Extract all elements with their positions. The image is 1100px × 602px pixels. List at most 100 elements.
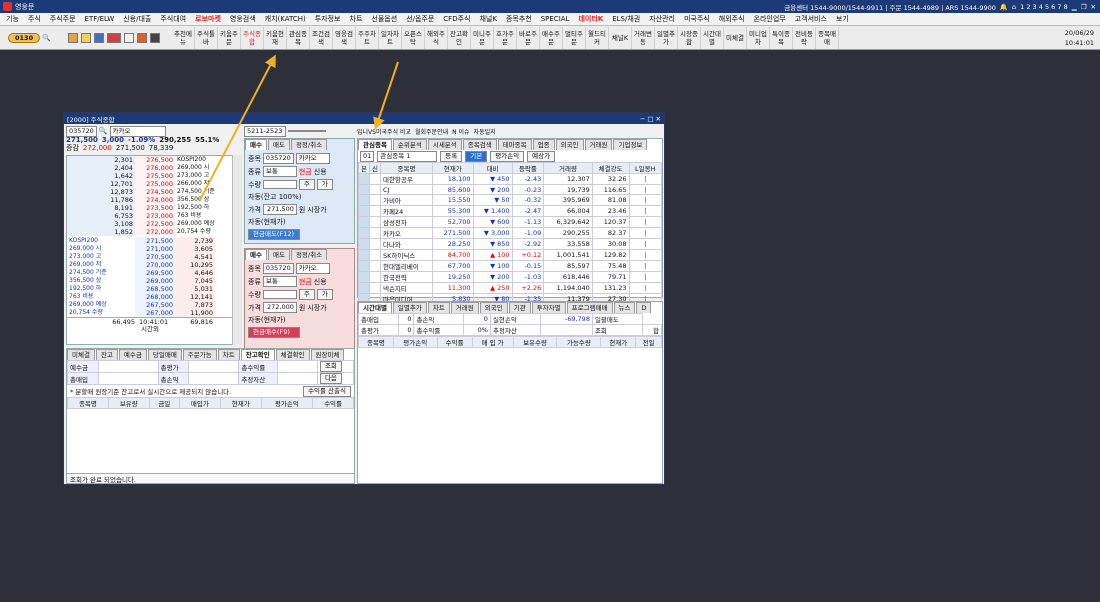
auto-balance-checkbox[interactable]: 자동(잔고 100%) — [248, 192, 351, 202]
account-tab[interactable]: 미체결 — [67, 349, 95, 360]
holdings-right-column-header[interactable]: 가능수량 — [556, 336, 602, 348]
watchlist-tab[interactable]: 외국인 — [555, 139, 584, 150]
stock-name[interactable]: 삼성전자 — [379, 216, 433, 228]
lock-icon[interactable] — [81, 32, 91, 43]
qty-input[interactable] — [262, 180, 297, 189]
order-code-input[interactable]: 035720 — [262, 263, 294, 274]
group-number[interactable]: 01 — [360, 150, 375, 162]
stock-name[interactable]: 넥슨지티 — [379, 282, 433, 294]
order-tab[interactable]: 매수 — [245, 139, 267, 150]
page-numbers[interactable]: 1 2 3 4 5 6 7 8 — [1020, 3, 1068, 11]
account-tab[interactable]: 원장미체 — [310, 349, 345, 360]
holdings-right-column-header[interactable]: 종목명 — [358, 336, 394, 348]
holdings-right-tab[interactable]: 투자자별 — [531, 302, 566, 313]
unit-button[interactable]: 주 — [298, 289, 315, 300]
order-name[interactable]: 카카오 — [295, 263, 330, 274]
minimize-icon[interactable]: ▁ — [1072, 3, 1077, 11]
ask-price[interactable]: 275,000 — [135, 180, 175, 188]
holdings-column-header[interactable]: 평가손익 — [260, 397, 314, 409]
orderbook-bid-row[interactable]: 269,000 예상 267,500 7,873 — [67, 301, 241, 309]
toolbar-button[interactable]: 멀티주문 — [563, 26, 586, 49]
auto-price-checkbox[interactable]: 자동(현재가) — [248, 315, 351, 325]
holdings-right-tab[interactable]: 프로그램매매 — [566, 302, 613, 313]
menu-item[interactable]: 해외주식 — [719, 14, 745, 24]
account-tab[interactable]: 당일매매 — [147, 349, 182, 360]
cash-radio[interactable]: 현금 — [299, 277, 312, 287]
toolbar-button[interactable]: 특이종목 — [770, 26, 793, 49]
orderbook-bid-row[interactable]: 273,000 고 270,500 4,541 — [67, 253, 241, 261]
stock-name[interactable]: 가비아 — [379, 194, 433, 206]
auto-price-checkbox[interactable]: 자동(현재가) — [248, 217, 351, 227]
stock-name[interactable]: CJ — [379, 184, 433, 195]
holdings-column-header[interactable]: 금일 — [148, 397, 180, 409]
toolbar-button[interactable]: 호가주문 — [494, 26, 517, 49]
holdings-right-tab[interactable]: 뉴스 — [613, 302, 636, 313]
toolbar-button[interactable]: 키움현재 — [264, 26, 287, 49]
holdings-right-tab[interactable]: 외국인 — [479, 302, 508, 313]
watchlist-row[interactable]: 대한항공우 18,100 ▼ 450 -2.43 12,307 32.26 | — [358, 173, 663, 185]
restore-icon[interactable]: ❐ — [1081, 3, 1087, 11]
ask-price[interactable]: 272,500 — [135, 220, 175, 228]
search-icon[interactable]: 🔍 — [99, 127, 108, 135]
basic-button[interactable]: 기본 — [465, 150, 488, 162]
home-icon[interactable]: ⌂ — [1012, 3, 1016, 11]
ask-price[interactable]: 275,500 — [135, 172, 175, 180]
watchlist-column-header[interactable]: 대비 — [472, 162, 513, 174]
bid-price[interactable]: 267,500 — [135, 301, 175, 309]
account-tab[interactable]: 차트 — [217, 349, 240, 360]
code-search-input[interactable]: 0130 — [8, 32, 41, 43]
close-icon[interactable]: ✕ — [1091, 3, 1096, 11]
menu-item[interactable]: 로보마켓 — [195, 14, 221, 24]
orderbook-bid-row[interactable]: 192,500 하 268,500 5,031 — [67, 285, 241, 293]
unit-button[interactable]: 주 — [298, 179, 315, 190]
order-name[interactable]: 카카오 — [295, 153, 330, 164]
order-code-input[interactable]: 035720 — [262, 153, 294, 164]
stock-name[interactable]: 현대엘리베이 — [379, 260, 433, 272]
ask-price[interactable]: 276,500 — [135, 156, 175, 164]
menu-item[interactable]: 고객서비스 — [795, 14, 827, 24]
folder-icon[interactable] — [68, 32, 78, 43]
stock-name[interactable]: SK하이닉스 — [379, 249, 433, 261]
orderbook-bid-row[interactable]: KOSPI200 271,500 2,739 — [67, 237, 241, 245]
eval-button[interactable]: 평가손익 — [490, 150, 525, 162]
toolbar-button[interactable]: 미니주문 — [471, 26, 494, 49]
toolbar-button[interactable]: 조건검색 — [310, 26, 333, 49]
account-tab[interactable]: 체결확인 — [275, 349, 310, 360]
watchlist-column-header[interactable]: 현재가 — [431, 162, 474, 174]
toolbar-button[interactable]: 관심종목 — [287, 26, 310, 49]
watchlist-tab[interactable]: 업종 — [532, 139, 555, 150]
bid-price[interactable]: 267,000 — [135, 309, 175, 317]
account-tab[interactable]: 주문가능 — [182, 349, 217, 360]
menu-item[interactable]: 자산관리 — [649, 14, 675, 24]
menu-item[interactable]: 보기 — [836, 14, 849, 24]
toolbar-button[interactable]: 일별추가 — [655, 26, 678, 49]
order-submit-button[interactable]: 현금매도(F12) — [248, 229, 300, 240]
menu-item[interactable]: 주식대여 — [160, 14, 186, 24]
group-select[interactable]: 관심종목 1 — [377, 150, 438, 162]
watchlist-column-header[interactable]: 본 — [358, 162, 370, 174]
watchlist-tab[interactable]: 순위분석 — [392, 139, 427, 150]
holdings-column-header[interactable]: 수익률 — [312, 397, 354, 409]
price-button[interactable]: 가 — [316, 179, 333, 190]
next-button[interactable]: 다음 — [319, 373, 342, 384]
order-tab[interactable]: 매도 — [267, 139, 290, 150]
toolbar-button[interactable]: 주식툴바 — [195, 26, 218, 49]
bid-price[interactable]: 268,500 — [135, 285, 175, 293]
watchlist-row[interactable]: 다나와 28,250 ▼ 850 -2.92 33,558 30.08 | — [358, 238, 663, 250]
screen-icon[interactable] — [137, 32, 147, 43]
bid-price[interactable]: 269,000 — [135, 277, 175, 285]
toolbar-button[interactable]: 시간대별 — [701, 26, 724, 49]
bell-icon[interactable]: 🔔 — [1000, 3, 1008, 11]
orderbook-ask-row[interactable]: 8,191 273,500 192,500 하 — [67, 204, 241, 212]
menu-item[interactable]: ETF/ELW — [85, 15, 115, 23]
expect-button[interactable]: 예상가 — [527, 150, 556, 162]
code-input[interactable]: 035720 — [66, 125, 97, 137]
market-price-checkbox[interactable]: 시장가 — [307, 303, 326, 313]
order-tab[interactable]: 매수 — [245, 249, 267, 260]
menu-item[interactable]: CFD주식 — [443, 14, 470, 24]
search-icon[interactable]: 🔍 — [42, 34, 51, 42]
krx-icon[interactable] — [107, 32, 121, 43]
watchlist-column-header[interactable]: 종목명 — [379, 162, 433, 174]
stock-name[interactable]: 카카오 — [109, 125, 166, 137]
memo-icon[interactable] — [124, 32, 134, 43]
